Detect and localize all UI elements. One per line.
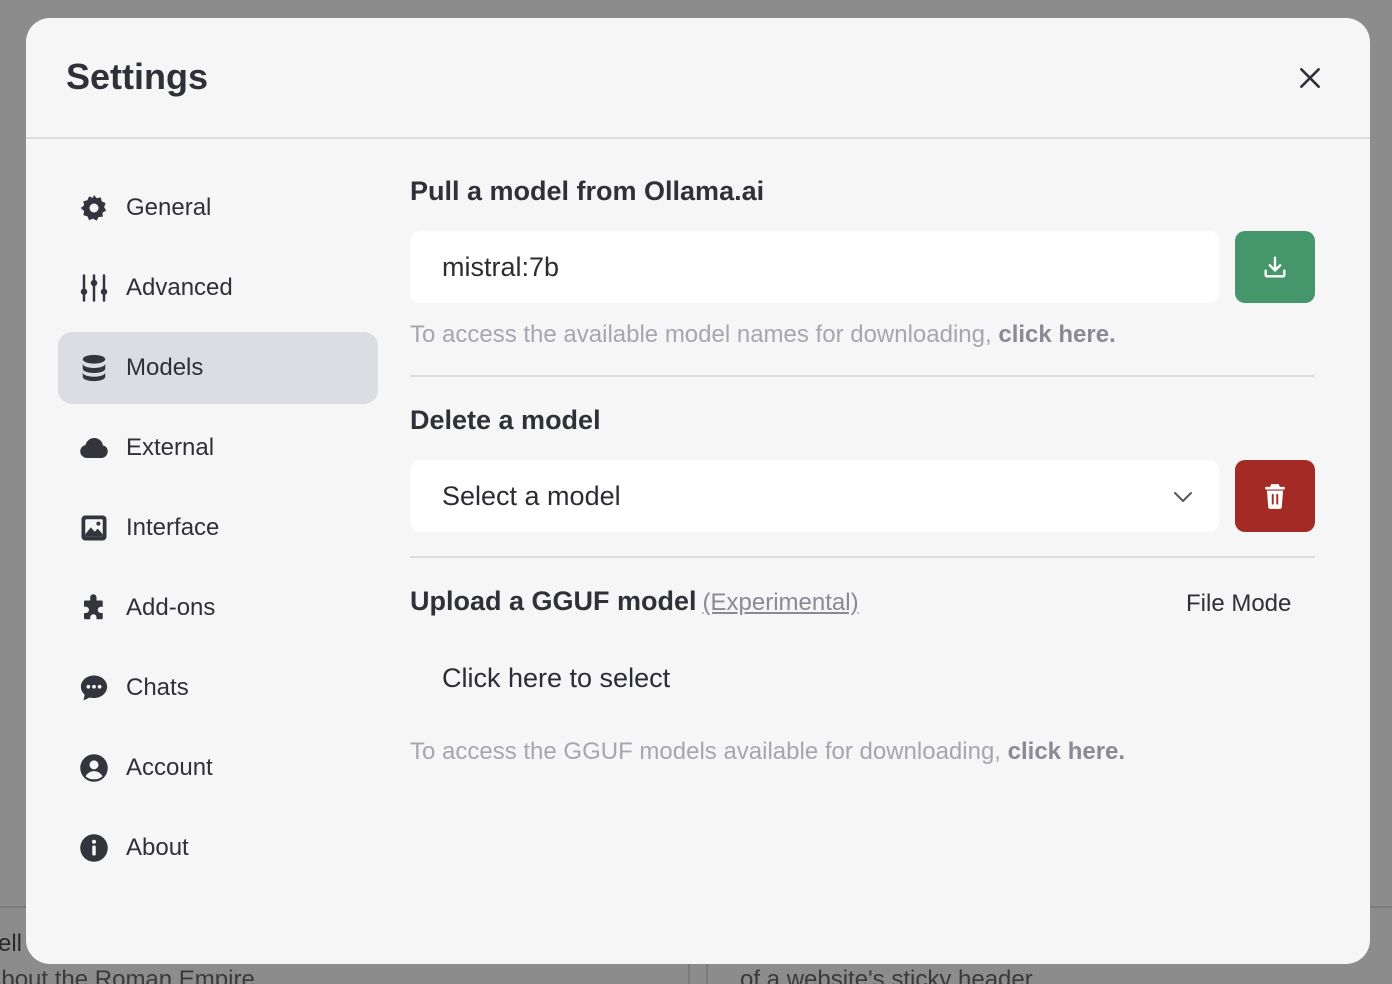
model-name-input[interactable]: mistral:7b	[410, 231, 1219, 303]
download-icon	[1264, 256, 1286, 278]
pull-hint-link[interactable]: click here.	[998, 321, 1115, 348]
sidebar-item-models[interactable]: Models	[58, 332, 378, 404]
modal-header: Settings	[26, 18, 1370, 139]
sidebar-item-account[interactable]: Account	[58, 732, 378, 804]
section-divider	[410, 375, 1315, 377]
gguf-hint-text: To access the GGUF models available for …	[410, 738, 1008, 765]
delete-model-select[interactable]: Select a model	[410, 460, 1219, 532]
chevron-down-icon	[1174, 492, 1192, 502]
sidebar-item-label: Add-ons	[126, 594, 216, 621]
sidebar-item-about[interactable]: About	[58, 812, 378, 884]
delete-model-button[interactable]	[1235, 460, 1315, 532]
sidebar-item-chats[interactable]: Chats	[58, 652, 378, 724]
delete-select-value: Select a model	[442, 480, 621, 511]
sidebar-item-label: Interface	[126, 514, 220, 541]
sidebar-item-label: About	[126, 834, 189, 861]
settings-modal: Settings General Advanced Models Externa…	[26, 18, 1370, 964]
sidebar-item-label: Account	[126, 754, 213, 781]
sidebar-item-general[interactable]: General	[58, 172, 378, 244]
close-icon	[1300, 68, 1320, 88]
trash-icon	[1265, 484, 1285, 509]
sidebar-item-label: Models	[126, 354, 204, 381]
close-button[interactable]	[1290, 58, 1330, 98]
background-snippet: ell	[0, 930, 23, 957]
gguf-hint-link[interactable]: click here.	[1008, 738, 1125, 765]
file-mode-toggle[interactable]: File Mode	[1186, 590, 1291, 618]
sidebar-item-label: Advanced	[126, 274, 233, 301]
puzzle-icon	[78, 592, 110, 624]
chat-icon	[78, 672, 110, 704]
sidebar-item-label: General	[126, 194, 212, 221]
gear-icon	[78, 192, 110, 224]
sidebar-item-addons[interactable]: Add-ons	[58, 572, 378, 644]
info-icon	[78, 832, 110, 864]
section-divider	[410, 556, 1315, 558]
delete-model-title: Delete a model	[410, 405, 601, 435]
sidebar-item-interface[interactable]: Interface	[58, 492, 378, 564]
select-file-button[interactable]: Click here to select	[410, 663, 1315, 694]
experimental-link[interactable]: (Experimental)	[703, 589, 859, 617]
background-snippet: of a website's sticky header	[740, 966, 1033, 984]
settings-sidebar: General Advanced Models External Interfa…	[58, 172, 378, 892]
model-name-value: mistral:7b	[442, 251, 560, 282]
pull-hint-text: To access the available model names for …	[410, 321, 999, 348]
models-panel: Pull a model from Ollama.ai mistral:7b T…	[410, 172, 1315, 766]
sliders-icon	[78, 272, 110, 304]
sidebar-item-label: External	[126, 434, 215, 461]
pull-hint: To access the available model names for …	[410, 321, 1315, 349]
image-icon	[78, 512, 110, 544]
sidebar-item-external[interactable]: External	[58, 412, 378, 484]
download-model-button[interactable]	[1235, 231, 1315, 303]
database-icon	[78, 352, 110, 384]
modal-title: Settings	[66, 56, 209, 97]
upload-model-title: Upload a GGUF model	[410, 586, 697, 616]
background-snippet: about the Roman Empire	[0, 966, 255, 984]
gguf-hint: To access the GGUF models available for …	[410, 738, 1315, 766]
cloud-icon	[78, 432, 110, 464]
upload-header: Upload a GGUF model (Experimental) File …	[410, 586, 1315, 617]
sidebar-item-advanced[interactable]: Advanced	[58, 252, 378, 324]
user-circle-icon	[78, 752, 110, 784]
sidebar-item-label: Chats	[126, 674, 189, 701]
pull-model-title: Pull a model from Ollama.ai	[410, 176, 765, 206]
